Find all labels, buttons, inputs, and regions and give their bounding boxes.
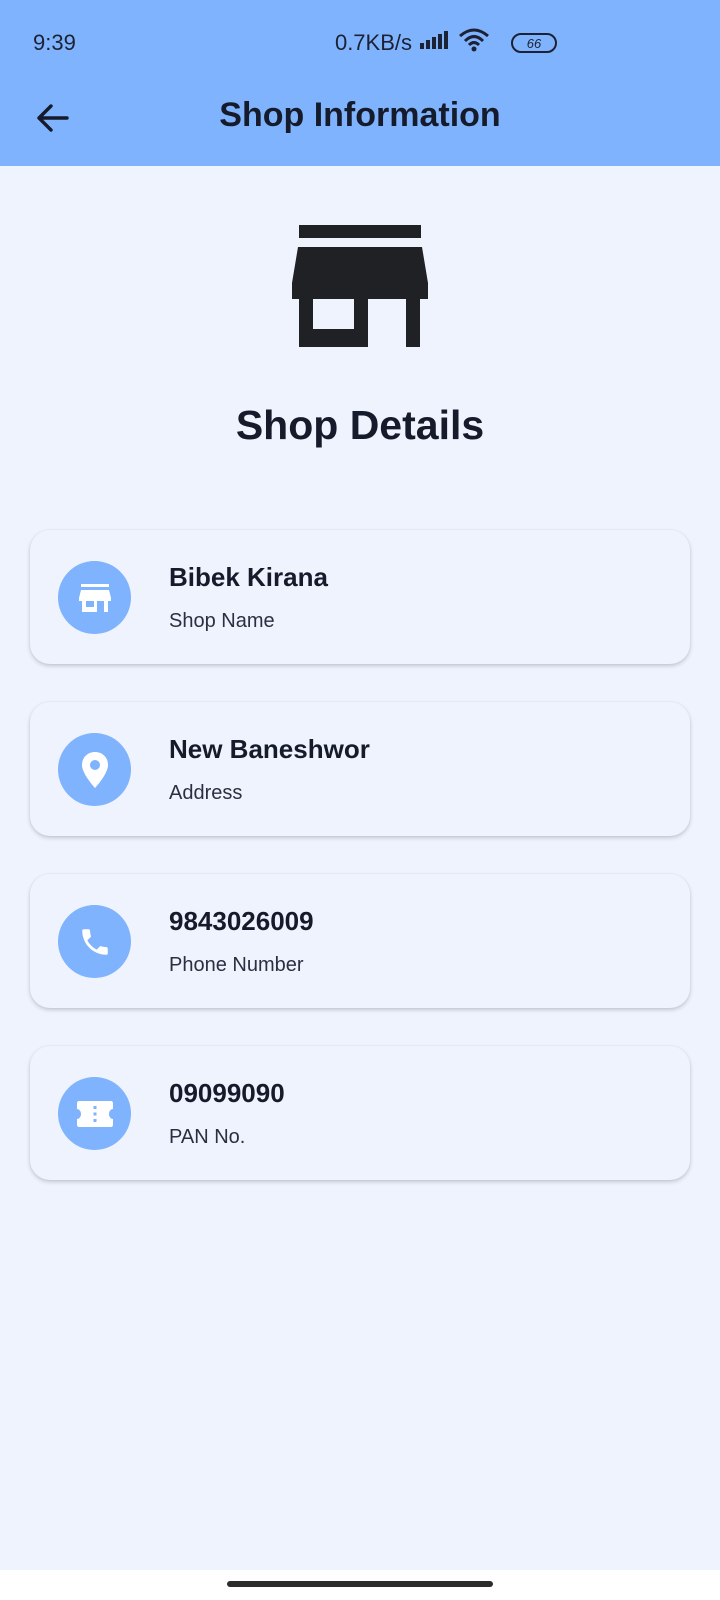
status-bar: 9:39 0.7KB/s 66: [0, 0, 720, 80]
card-avatar: [58, 561, 131, 634]
card-avatar: [58, 905, 131, 978]
detail-card-phone: 9843026009 Phone Number: [30, 874, 690, 1008]
home-indicator[interactable]: [227, 1581, 493, 1587]
location-pin-icon: [81, 751, 108, 788]
card-label: Phone Number: [169, 954, 304, 976]
storefront-icon: [290, 223, 430, 349]
phone-icon: [81, 928, 108, 955]
store-icon: [78, 583, 111, 612]
card-avatar: [58, 733, 131, 806]
card-label: Address: [169, 782, 243, 804]
signal-icon: [420, 29, 452, 56]
section-title: Shop Details: [235, 402, 485, 448]
card-value: 9843026009: [169, 906, 314, 936]
detail-card-pan: 09099090 PAN No.: [30, 1046, 690, 1180]
detail-card-address: New Baneshwor Address: [30, 702, 690, 836]
ticket-icon: [76, 1100, 113, 1127]
battery-icon: 66: [511, 33, 557, 53]
card-label: Shop Name: [169, 610, 275, 632]
page-title: Shop Information: [219, 96, 501, 134]
detail-card-shop-name: Bibek Kirana Shop Name: [30, 530, 690, 664]
app-bar: Shop Information: [0, 80, 720, 166]
card-avatar: [58, 1077, 131, 1150]
status-time: 9:39: [33, 30, 76, 55]
battery-level: 66: [526, 35, 542, 51]
card-label: PAN No.: [169, 1126, 246, 1148]
card-value: 09099090: [169, 1078, 285, 1108]
card-value: Bibek Kirana: [169, 562, 328, 592]
card-value: New Baneshwor: [169, 734, 370, 764]
network-speed: 0.7KB/s: [334, 29, 412, 55]
wifi-icon: [458, 28, 490, 57]
status-indicators: 0.7KB/s: [335, 28, 490, 57]
